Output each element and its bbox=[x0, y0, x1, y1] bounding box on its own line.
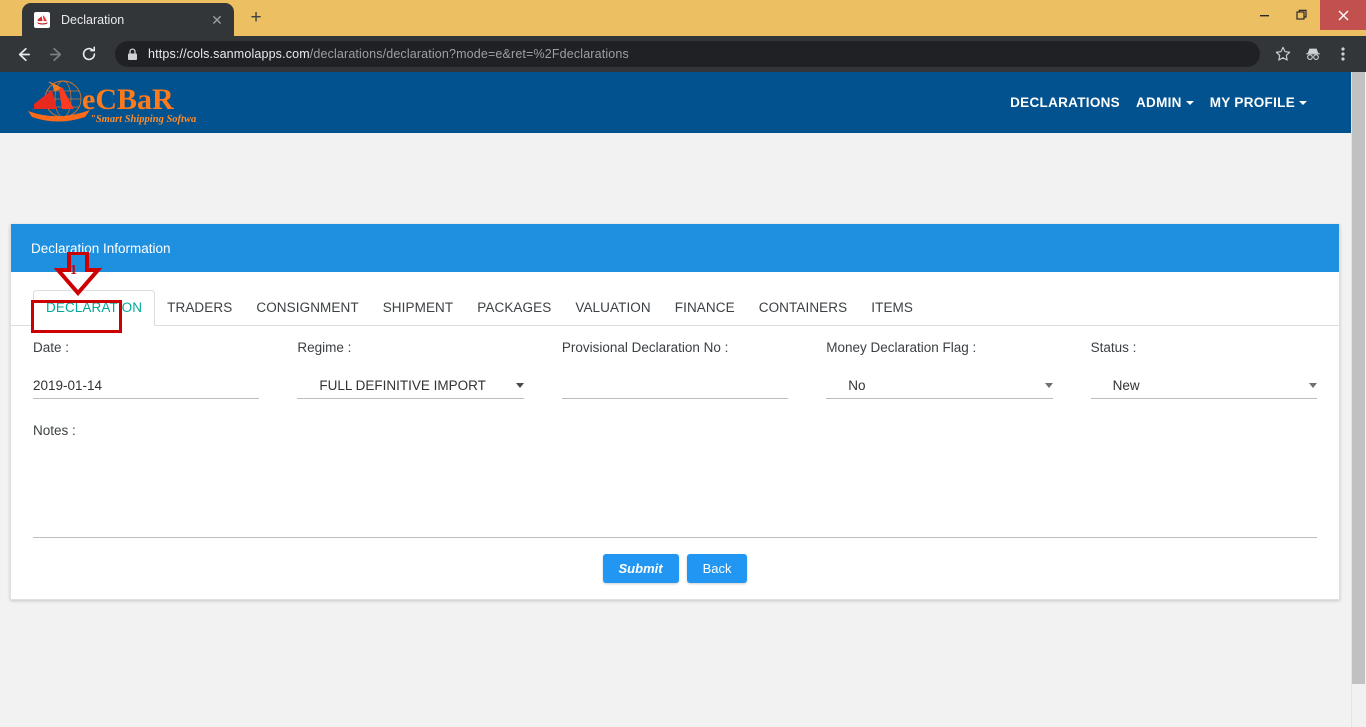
page-scrollbar[interactable] bbox=[1351, 72, 1366, 727]
field-status: Status : New bbox=[1090, 340, 1318, 399]
site-nav-links: DECLARATIONS ADMIN MY PROFILE bbox=[1010, 95, 1329, 110]
money-declaration-flag-value: No bbox=[848, 378, 866, 393]
page-viewport: eCBaR "Smart Shipping Software" DECLARAT… bbox=[0, 72, 1366, 727]
tab-label: TRADERS bbox=[167, 300, 233, 315]
nav-item-my-profile[interactable]: MY PROFILE bbox=[1210, 95, 1307, 110]
tab-packages[interactable]: PACKAGES bbox=[465, 291, 563, 325]
field-regime: Regime : FULL DEFINITIVE IMPORT bbox=[297, 340, 561, 399]
date-input[interactable]: 2019-01-14 bbox=[33, 373, 260, 399]
arrow-left-icon[interactable] bbox=[8, 39, 38, 69]
arrow-right-icon[interactable] bbox=[41, 39, 71, 69]
star-icon[interactable] bbox=[1268, 39, 1298, 69]
notes-input[interactable] bbox=[33, 444, 1317, 537]
notes-label: Notes : bbox=[33, 423, 76, 438]
field-label: Provisional Declaration No : bbox=[561, 340, 729, 355]
reload-icon[interactable] bbox=[74, 39, 104, 69]
provisional-declaration-no-input[interactable] bbox=[561, 373, 789, 399]
tab-shipment[interactable]: SHIPMENT bbox=[371, 291, 466, 325]
tabstrip-spacer bbox=[270, 0, 1366, 36]
panel-header: Declaration Information bbox=[11, 224, 1339, 272]
status-select[interactable]: New bbox=[1090, 373, 1318, 399]
status-value: New bbox=[1112, 378, 1140, 393]
field-date: Date : 2019-01-14 bbox=[33, 340, 297, 399]
tab-bar: DECLARATION TRADERS CONSIGNMENT SHIPMENT… bbox=[11, 286, 1339, 326]
notes-field[interactable] bbox=[33, 444, 1317, 538]
form-fields-row: Date : 2019-01-14 Regime : FULL DEFINITI… bbox=[33, 340, 1318, 399]
nav-item-declarations[interactable]: DECLARATIONS bbox=[1010, 95, 1120, 110]
url-text: https://cols.sanmolapps.com/declarations… bbox=[148, 47, 629, 61]
tab-label: SHIPMENT bbox=[382, 300, 454, 315]
regime-value: FULL DEFINITIVE IMPORT bbox=[319, 378, 486, 393]
web-page: eCBaR "Smart Shipping Software" DECLARAT… bbox=[0, 72, 1351, 727]
scrollbar-thumb[interactable] bbox=[1352, 72, 1365, 684]
declaration-form: Date : 2019-01-14 Regime : FULL DEFINITI… bbox=[11, 326, 1339, 583]
date-value: 2019-01-14 bbox=[33, 378, 103, 393]
browser-tab-title: Declaration bbox=[61, 12, 125, 27]
chevron-down-icon bbox=[1309, 383, 1318, 388]
field-money-declaration-flag: Money Declaration Flag : No bbox=[826, 340, 1090, 399]
tab-finance[interactable]: FINANCE bbox=[663, 291, 747, 325]
tab-label: CONTAINERS bbox=[758, 300, 848, 315]
browser-toolbar: https://cols.sanmolapps.com/declarations… bbox=[0, 36, 1366, 72]
tab-containers[interactable]: CONTAINERS bbox=[747, 291, 860, 325]
chevron-down-icon bbox=[1299, 100, 1307, 105]
ship-globe-logo-icon[interactable]: eCBaR "Smart Shipping Software" bbox=[16, 77, 196, 129]
money-declaration-flag-select[interactable]: No bbox=[826, 373, 1053, 399]
tab-label: PACKAGES bbox=[477, 300, 552, 315]
back-button[interactable]: Back bbox=[686, 554, 748, 583]
browser-tab[interactable]: Declaration ✕ bbox=[22, 3, 234, 36]
nav-item-label: DECLARATIONS bbox=[1010, 95, 1120, 110]
declaration-panel: Declaration Information DECLARATION TRAD… bbox=[10, 224, 1340, 600]
chevron-down-icon bbox=[1044, 383, 1053, 388]
svg-text:eCBaR: eCBaR bbox=[82, 83, 174, 116]
tab-label: CONSIGNMENT bbox=[256, 300, 359, 315]
url-path: /declarations/declaration?mode=e&ret=%2F… bbox=[309, 47, 629, 61]
incognito-icon[interactable] bbox=[1298, 39, 1328, 69]
window-controls bbox=[1246, 0, 1366, 30]
submit-button[interactable]: Submit bbox=[602, 554, 679, 583]
nav-item-label: MY PROFILE bbox=[1209, 95, 1295, 110]
tab-valuation[interactable]: VALUATION bbox=[563, 291, 662, 325]
address-bar[interactable]: https://cols.sanmolapps.com/declarations… bbox=[115, 41, 1260, 67]
ship-logo-icon bbox=[34, 11, 50, 28]
tab-consignment[interactable]: CONSIGNMENT bbox=[244, 291, 370, 325]
three-dots-menu-icon[interactable] bbox=[1328, 39, 1358, 69]
lock-icon bbox=[127, 47, 138, 61]
maximize-icon[interactable] bbox=[1283, 0, 1320, 30]
page-title: Declaration Information bbox=[31, 240, 171, 256]
tab-label: DECLARATION bbox=[46, 300, 143, 315]
minimize-icon[interactable] bbox=[1246, 0, 1283, 30]
field-label: Regime : bbox=[297, 340, 352, 355]
regime-select[interactable]: FULL DEFINITIVE IMPORT bbox=[297, 373, 524, 399]
chevron-down-icon bbox=[515, 383, 524, 388]
field-label: Status : bbox=[1090, 340, 1137, 355]
chevron-down-icon bbox=[1185, 100, 1194, 105]
tab-items[interactable]: ITEMS bbox=[859, 291, 925, 325]
field-label: Date : bbox=[33, 340, 70, 355]
field-provisional-declaration-no: Provisional Declaration No : bbox=[561, 340, 826, 399]
tab-label: VALUATION bbox=[575, 300, 651, 315]
browser-chrome: Declaration ✕ + https://cols.sanmolapps.… bbox=[0, 0, 1366, 72]
site-navbar: eCBaR "Smart Shipping Software" DECLARAT… bbox=[0, 72, 1351, 133]
close-icon[interactable] bbox=[1320, 0, 1366, 30]
form-buttons: Submit Back bbox=[33, 554, 1317, 583]
close-icon[interactable]: ✕ bbox=[208, 13, 226, 27]
url-host: https://cols.sanmolapps.com bbox=[148, 47, 310, 61]
tab-label: FINANCE bbox=[674, 300, 735, 315]
tab-declaration[interactable]: DECLARATION bbox=[33, 290, 156, 326]
plus-icon[interactable]: + bbox=[242, 5, 270, 33]
nav-item-label: ADMIN bbox=[1135, 95, 1182, 110]
field-label: Money Declaration Flag : bbox=[826, 340, 977, 355]
tab-label: ITEMS bbox=[871, 300, 914, 315]
nav-item-admin[interactable]: ADMIN bbox=[1136, 95, 1194, 110]
browser-tab-strip: Declaration ✕ + bbox=[0, 0, 1366, 36]
svg-text:"Smart Shipping Software": "Smart Shipping Software" bbox=[90, 114, 196, 125]
tab-traders[interactable]: TRADERS bbox=[155, 291, 244, 325]
